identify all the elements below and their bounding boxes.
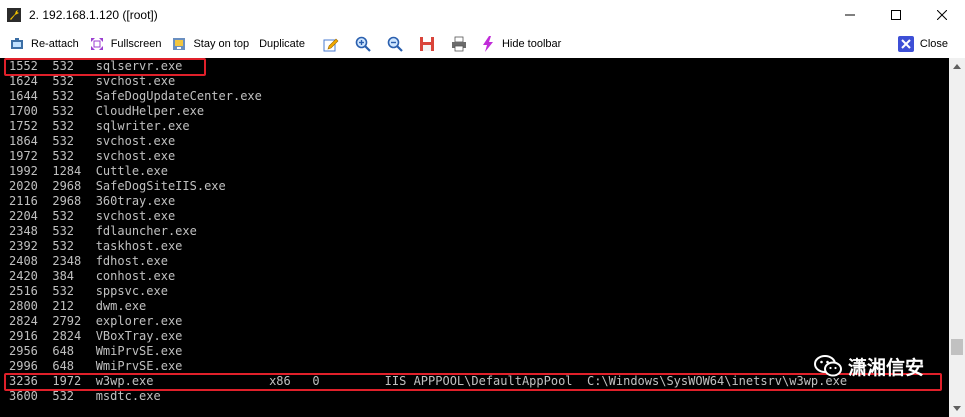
process-line: 2420 384 conhost.exe xyxy=(9,269,176,283)
process-line: 2392 532 taskhost.exe xyxy=(9,239,183,253)
hide-toolbar-button[interactable]: Hide toolbar xyxy=(475,33,566,55)
reattach-icon xyxy=(9,36,25,52)
print-button[interactable] xyxy=(448,33,470,55)
toolbar: Re-attach Fullscreen Stay on top Duplica… xyxy=(0,30,965,58)
duplicate-label: Duplicate xyxy=(259,38,305,50)
terminal-output[interactable]: 1552 532 sqlservr.exe 1624 532 svchost.e… xyxy=(0,58,949,417)
scroll-up-button[interactable] xyxy=(949,58,965,75)
process-line: 1624 532 svchost.exe xyxy=(9,74,176,88)
lightning-icon xyxy=(480,36,496,52)
pencil-icon xyxy=(323,38,339,52)
window-title: 2. 192.168.1.120 ([root]) xyxy=(29,8,158,22)
wechat-icon xyxy=(814,355,842,377)
zoom-in-button[interactable] xyxy=(352,33,374,55)
fullscreen-label: Fullscreen xyxy=(110,38,162,50)
vertical-scrollbar[interactable] xyxy=(949,58,965,417)
fullscreen-button[interactable]: Fullscreen xyxy=(84,33,167,55)
stay-on-top-button[interactable]: Stay on top xyxy=(166,33,254,55)
chevron-up-icon xyxy=(953,64,961,69)
close-label: Close xyxy=(919,38,948,50)
reattach-label: Re-attach xyxy=(31,38,79,50)
process-line: 2516 532 sppsvc.exe xyxy=(9,284,168,298)
zoom-in-icon xyxy=(355,36,371,52)
chevron-down-icon xyxy=(953,406,961,411)
zoom-out-button[interactable] xyxy=(384,33,406,55)
scroll-down-button[interactable] xyxy=(949,400,965,417)
process-line: 2996 648 WmiPrvSE.exe xyxy=(9,359,183,373)
close-toolbar-button[interactable]: Close xyxy=(893,33,953,55)
window-controls xyxy=(827,0,965,30)
stay-on-top-label: Stay on top xyxy=(193,38,250,50)
watermark: 潇湘信安 xyxy=(814,353,924,379)
save-button[interactable] xyxy=(416,33,438,55)
process-line: 2824 2792 explorer.exe xyxy=(9,314,183,328)
process-line: 2020 2968 SafeDogSiteIIS.exe xyxy=(9,179,226,193)
process-line: 1644 532 SafeDogUpdateCenter.exe xyxy=(9,89,262,103)
close-window-button[interactable] xyxy=(919,0,965,30)
highlight-w3wp xyxy=(4,373,942,391)
process-line: 2204 532 svchost.exe xyxy=(9,209,176,223)
process-line: 2800 212 dwm.exe xyxy=(9,299,147,313)
process-line: 2916 2824 VBoxTray.exe xyxy=(9,329,183,343)
scroll-thumb[interactable] xyxy=(951,339,963,355)
stay-on-top-icon xyxy=(171,36,187,52)
fullscreen-icon xyxy=(89,36,105,52)
print-icon xyxy=(451,36,466,52)
reattach-button[interactable]: Re-attach xyxy=(4,33,84,55)
close-icon xyxy=(937,10,947,20)
process-line: 1864 532 svchost.exe xyxy=(9,134,176,148)
process-line: 2956 648 WmiPrvSE.exe xyxy=(9,344,183,358)
wrench-icon xyxy=(7,8,21,22)
maximize-button[interactable] xyxy=(873,0,919,30)
save-icon xyxy=(419,37,434,51)
process-line: 1700 532 CloudHelper.exe xyxy=(9,104,205,118)
process-line: 1992 1284 Cuttle.exe xyxy=(9,164,168,178)
duplicate-button[interactable]: Duplicate xyxy=(254,33,310,55)
process-line: 3600 532 msdtc.exe xyxy=(9,389,161,403)
maximize-icon xyxy=(891,10,901,20)
edit-button[interactable] xyxy=(320,33,342,55)
process-line: 1752 532 sqlwriter.exe xyxy=(9,119,190,133)
process-line: 2116 2968 360tray.exe xyxy=(9,194,176,208)
minimize-icon xyxy=(845,14,855,16)
process-line: 1972 532 svchost.exe xyxy=(9,149,176,163)
zoom-out-icon xyxy=(387,36,403,52)
close-x-icon xyxy=(897,36,914,52)
title-bar: 2. 192.168.1.120 ([root]) xyxy=(0,0,965,30)
hide-toolbar-label: Hide toolbar xyxy=(501,38,562,50)
minimize-button[interactable] xyxy=(827,0,873,30)
process-line: 2408 2348 fdhost.exe xyxy=(9,254,168,268)
highlight-sqlservr xyxy=(4,58,206,76)
process-line: 2348 532 fdlauncher.exe xyxy=(9,224,197,238)
watermark-text: 潇湘信安 xyxy=(848,357,925,379)
